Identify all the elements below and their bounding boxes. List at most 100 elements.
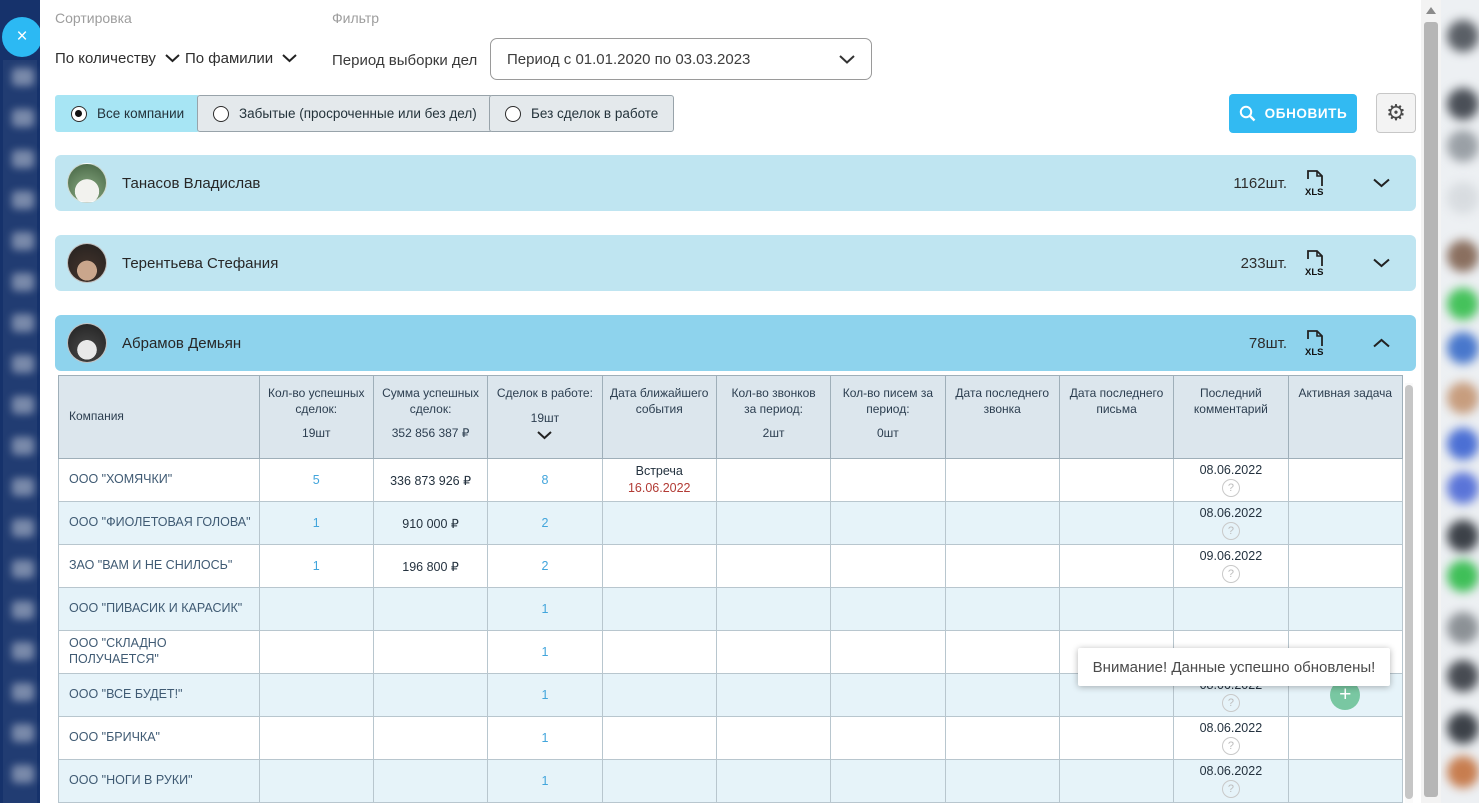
manager-row-expanded[interactable]: Абрамов Демьян 78шт. XLS (55, 315, 1416, 371)
deals-in-work-link[interactable]: 2 (541, 559, 548, 573)
comment-info-icon[interactable]: ? (1222, 479, 1240, 497)
table-scrollbar[interactable] (1405, 383, 1413, 803)
company-name-cell[interactable]: ООО "СКЛАДНО ПОЛУЧАЕТСЯ" (59, 631, 260, 674)
last-call-date-cell (945, 674, 1059, 717)
manager-row[interactable]: Терентьева Стефания 233шт. XLS (55, 235, 1416, 291)
sidebar-icon-blurred[interactable] (12, 314, 34, 332)
manager-row[interactable]: Танасов Владислав 1162шт. XLS (55, 155, 1416, 211)
svg-text:XLS: XLS (1305, 267, 1323, 277)
table-row: ЗАО "ВАМ И НЕ СНИЛОСЬ"1196 800 ₽209.06.2… (59, 545, 1403, 588)
manager-name: Терентьева Стефания (122, 255, 278, 272)
success-sum-cell: 336 873 926 ₽ (373, 459, 487, 502)
sidebar-icon-blurred[interactable] (12, 519, 34, 537)
sidebar-icon-blurred[interactable] (12, 396, 34, 414)
sidebar-icon-blurred[interactable] (12, 437, 34, 455)
deals-in-work-link[interactable]: 1 (541, 645, 548, 659)
comment-info-icon[interactable]: ? (1222, 737, 1240, 755)
companies-table: КомпанияКол-во успешных сделок:19штСумма… (58, 375, 1403, 803)
deals-in-work-cell: 2 (488, 545, 602, 588)
messenger-strip-blurred (1441, 0, 1479, 803)
radio-forgotten[interactable]: Забытые (просроченные или без дел) (197, 95, 493, 132)
sidebar-icon-blurred[interactable] (12, 68, 34, 86)
deals-in-work-link[interactable]: 1 (541, 602, 548, 616)
blurred-avatar (1447, 712, 1479, 744)
success-count-link[interactable]: 1 (313, 559, 320, 573)
settings-button[interactable]: ⚙ (1376, 93, 1416, 133)
export-xls-icon[interactable]: XLS (1304, 250, 1327, 277)
deals-in-work-link[interactable]: 2 (541, 516, 548, 530)
sidebar-icon-blurred[interactable] (12, 478, 34, 496)
company-name-cell[interactable]: ООО "ХОМЯЧКИ" (59, 459, 260, 502)
page-scrollbar-thumb[interactable] (1424, 22, 1438, 797)
last-comment-date: 08.06.2022 (1180, 721, 1281, 735)
sidebar-icon-blurred[interactable] (12, 355, 34, 373)
company-name-cell[interactable]: ООО "НОГИ В РУКИ" (59, 760, 260, 803)
company-name-cell[interactable]: ЗАО "ВАМ И НЕ СНИЛОСЬ" (59, 545, 260, 588)
sidebar-icon-blurred[interactable] (12, 560, 34, 578)
company-name-cell[interactable]: ООО "ПИВАСИК И КАРАСИК" (59, 588, 260, 631)
deals-count: 78шт. (1249, 335, 1287, 352)
search-icon (1239, 105, 1256, 122)
last-comment-cell (1174, 588, 1288, 631)
comment-info-icon[interactable]: ? (1222, 780, 1240, 798)
sidebar-icon-blurred[interactable] (12, 765, 34, 783)
period-select[interactable]: Период с 01.01.2020 по 03.03.2023 (490, 38, 872, 80)
sidebar-icon-blurred[interactable] (12, 724, 34, 742)
chevron-up-icon[interactable] (1373, 338, 1390, 348)
svg-text:XLS: XLS (1305, 187, 1323, 197)
sidebar-icon-blurred[interactable] (12, 273, 34, 291)
sidebar-icon-blurred[interactable] (12, 232, 34, 250)
close-panel-button[interactable]: × (2, 17, 42, 57)
last-call-date-cell (945, 545, 1059, 588)
deals-count: 1162шт. (1233, 175, 1287, 192)
calls-count-cell (716, 588, 830, 631)
calls-count-cell (716, 502, 830, 545)
sidebar-icon-blurred[interactable] (12, 150, 34, 168)
sidebar-icon-blurred[interactable] (12, 683, 34, 701)
last-letter-date-cell (1059, 760, 1173, 803)
radio-no-deals[interactable]: Без сделок в работе (489, 95, 674, 132)
success-count-cell: 1 (259, 545, 373, 588)
chevron-down-icon[interactable] (1373, 258, 1390, 268)
sidebar-icon-blurred[interactable] (12, 191, 34, 209)
export-xls-icon[interactable]: XLS (1304, 170, 1327, 197)
scroll-up-arrow-icon[interactable] (1426, 7, 1436, 14)
sort-desc-icon[interactable] (537, 431, 552, 440)
column-header: Дата последнего письма (1059, 376, 1173, 459)
column-total: 19шт (493, 411, 596, 425)
last-call-date-cell (945, 631, 1059, 674)
comment-info-icon[interactable]: ? (1222, 565, 1240, 583)
sidebar-icon-blurred[interactable] (12, 601, 34, 619)
sidebar-icon-blurred[interactable] (12, 109, 34, 127)
last-call-date-cell (945, 717, 1059, 760)
blurred-avatar (1447, 20, 1479, 52)
radio-all-companies[interactable]: Все компании (55, 95, 200, 132)
column-header: Активная задача (1288, 376, 1402, 459)
company-name-cell[interactable]: ООО "ВСЕ БУДЕТ!" (59, 674, 260, 717)
export-xls-icon[interactable]: XLS (1304, 330, 1327, 357)
column-header[interactable]: Сделок в работе:19шт (488, 376, 602, 459)
company-name-cell[interactable]: ООО "ФИОЛЕТОВАЯ ГОЛОВА" (59, 502, 260, 545)
comment-info-icon[interactable]: ? (1222, 694, 1240, 712)
success-count-link[interactable]: 1 (313, 516, 320, 530)
sort-by-count-select[interactable]: По количеству (55, 50, 180, 67)
column-header: Дата ближайшего события (602, 376, 716, 459)
radio-forgotten-label: Забытые (просроченные или без дел) (239, 106, 477, 121)
deals-in-work-link[interactable]: 1 (541, 731, 548, 745)
deals-in-work-link[interactable]: 1 (541, 774, 548, 788)
refresh-button[interactable]: ОБНОВИТЬ (1229, 94, 1357, 133)
deals-in-work-link[interactable]: 1 (541, 688, 548, 702)
sort-by-surname-select[interactable]: По фамилии (185, 50, 297, 67)
deals-in-work-link[interactable]: 8 (541, 473, 548, 487)
last-letter-date-cell (1059, 545, 1173, 588)
sidebar-icon-blurred[interactable] (12, 642, 34, 660)
page-scrollbar[interactable] (1421, 0, 1441, 803)
column-header: Кол-во успешных сделок:19шт (259, 376, 373, 459)
table-scrollbar-thumb[interactable] (1405, 385, 1413, 799)
comment-info-icon[interactable]: ? (1222, 522, 1240, 540)
company-name-cell[interactable]: ООО "БРИЧКА" (59, 717, 260, 760)
chevron-down-icon[interactable] (1373, 178, 1390, 188)
success-count-link[interactable]: 5 (313, 473, 320, 487)
table-row: ООО "ХОМЯЧКИ"5336 873 926 ₽8Встреча16.06… (59, 459, 1403, 502)
last-comment-date: 08.06.2022 (1180, 463, 1281, 477)
